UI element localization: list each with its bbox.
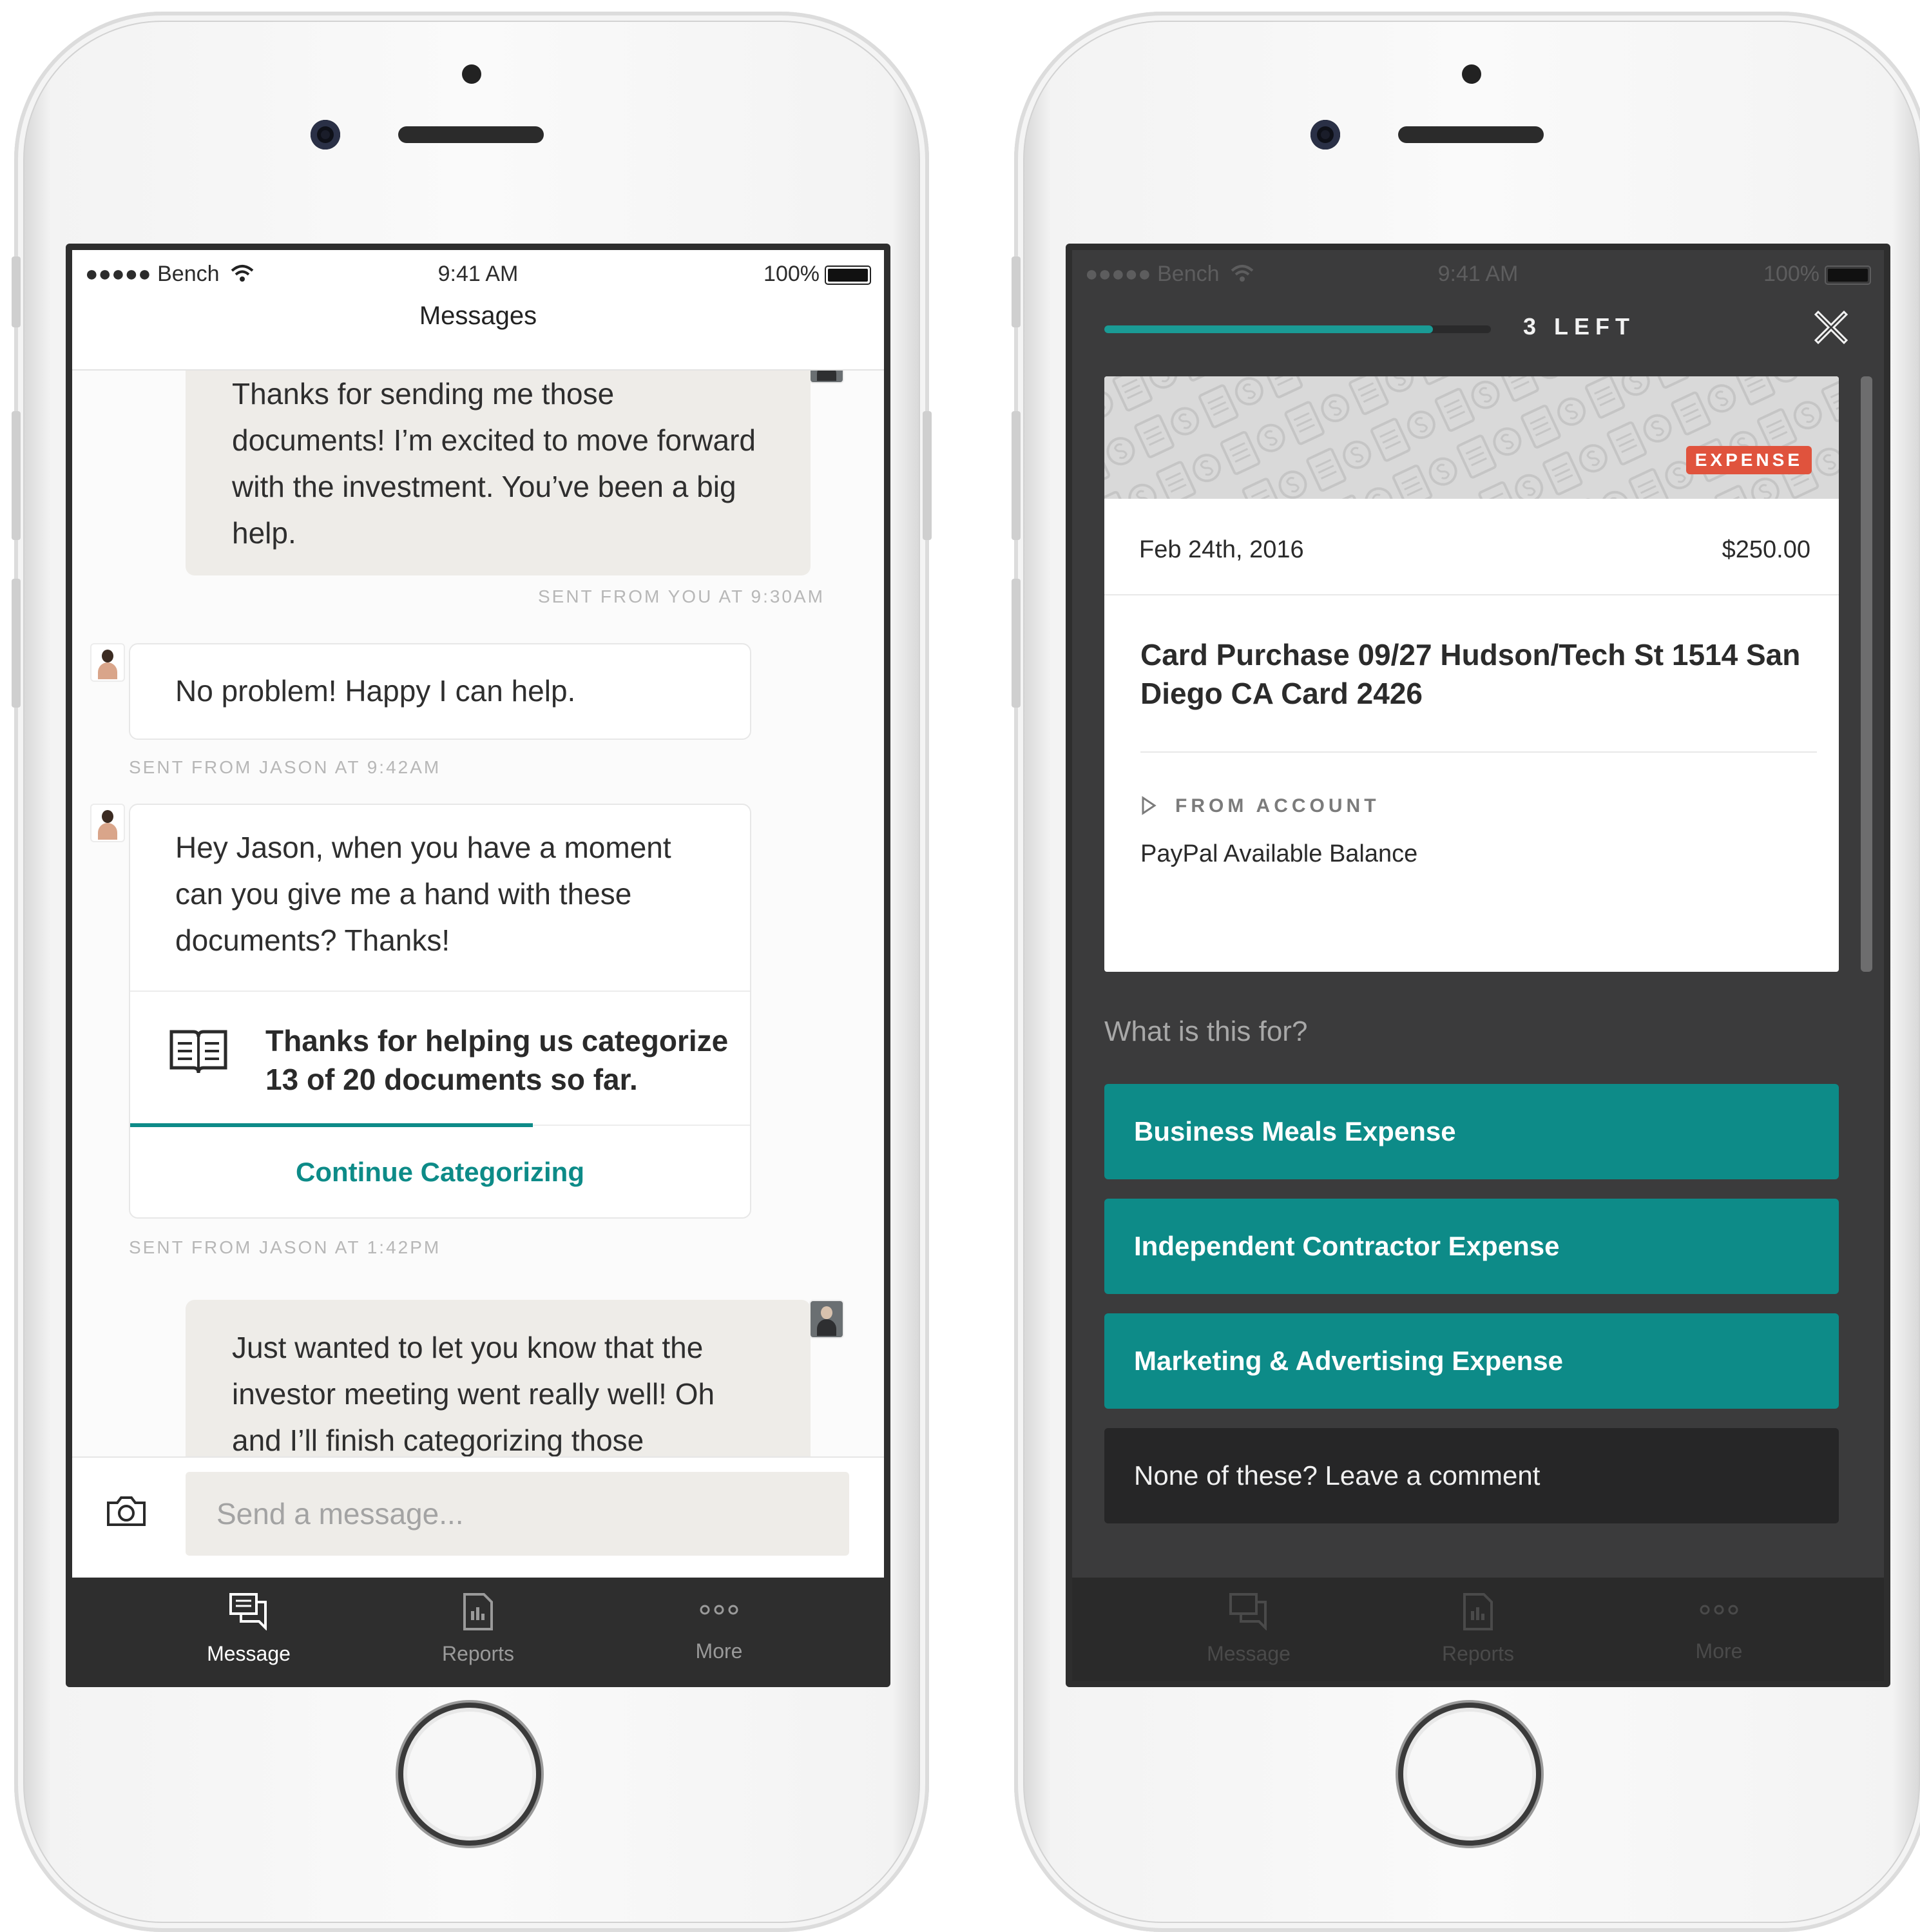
battery-icon — [825, 266, 871, 285]
message-text: Just wanted to let you know that the inv… — [232, 1331, 715, 1456]
reports-icon — [463, 1593, 493, 1630]
power-button — [923, 411, 932, 540]
avatar-jason — [90, 643, 125, 682]
close-icon[interactable] — [1813, 309, 1849, 345]
status-bar: ●●●●● Bench 9:41 AM 100% — [72, 250, 884, 295]
from-account-label: FROM ACCOUNT — [1175, 795, 1380, 816]
messages-screen: ●●●●● Bench 9:41 AM 100% Messages Thanks… — [66, 244, 890, 1687]
transaction-date: Feb 24th, 2016 — [1139, 536, 1304, 563]
volume-up-button — [1012, 411, 1021, 540]
message-meta: SENT FROM JASON AT 1:42PM — [129, 1237, 441, 1257]
tab-more[interactable]: More — [603, 1578, 835, 1681]
mute-switch — [1012, 256, 1021, 327]
tab-label: Message — [1207, 1642, 1291, 1665]
front-camera — [311, 120, 340, 150]
page-title: Messages — [419, 302, 537, 330]
play-arrow-icon — [1142, 796, 1157, 815]
camera-icon[interactable] — [106, 1495, 147, 1527]
tab-bar: Message Reports More — [1072, 1578, 1884, 1681]
option-business-meals[interactable]: Business Meals Expense — [1104, 1084, 1839, 1179]
more-icon — [700, 1605, 738, 1615]
message-icon — [229, 1593, 267, 1630]
receipt-pattern-icon — [1104, 376, 1839, 499]
mute-switch — [12, 256, 21, 327]
tab-more[interactable]: More — [1603, 1578, 1835, 1681]
tab-bar: Message Reports More — [72, 1578, 884, 1681]
from-account-value: PayPal Available Balance — [1140, 840, 1418, 867]
message-bubble-sent: Thanks for sending me those documents! I… — [186, 371, 811, 575]
card-divider — [1140, 751, 1817, 753]
remaining-progress-track — [1104, 325, 1491, 333]
battery-indicator: 100% — [1763, 262, 1871, 287]
leave-comment-button[interactable]: None of these? Leave a comment — [1104, 1428, 1839, 1523]
message-icon — [1229, 1593, 1267, 1630]
card-divider — [1104, 594, 1839, 595]
card-scrollbar[interactable] — [1861, 376, 1872, 972]
earpiece-speaker — [398, 126, 544, 143]
remaining-progress-fill — [1104, 325, 1433, 333]
avatar-user — [809, 1300, 844, 1338]
message-text: No problem! Happy I can help. — [175, 674, 576, 708]
clock: 9:41 AM — [437, 262, 519, 286]
tab-reports[interactable]: Reports — [362, 1578, 594, 1681]
volume-up-button — [12, 411, 21, 540]
tab-label: More — [695, 1639, 743, 1663]
message-bubble-sent: Just wanted to let you know that the inv… — [186, 1300, 811, 1456]
proximity-sensor — [462, 64, 481, 84]
battery-indicator: 100% — [763, 262, 871, 287]
avatar-jason — [90, 804, 125, 842]
proximity-sensor — [1462, 64, 1481, 84]
categorize-screen: ●●●●● Bench 9:41 AM 100% 3 LEFT EXPENSE … — [1066, 244, 1890, 1687]
remaining-count: 3 LEFT — [1523, 313, 1636, 340]
categorize-progress-bar — [130, 1123, 533, 1127]
continue-categorizing-button[interactable]: Continue Categorizing — [130, 1153, 750, 1192]
message-bubble-received-card: Hey Jason, when you have a moment can yo… — [129, 804, 751, 1219]
option-marketing-advertising[interactable]: Marketing & Advertising Expense — [1104, 1313, 1839, 1409]
tab-label: Reports — [1441, 1642, 1515, 1665]
transaction-amount: $250.00 — [1722, 536, 1810, 563]
tab-reports[interactable]: Reports — [1362, 1578, 1594, 1681]
right-phone-frame: ●●●●● Bench 9:41 AM 100% 3 LEFT EXPENSE … — [1012, 12, 1920, 1932]
home-button[interactable] — [398, 1703, 541, 1846]
question-label: What is this for? — [1104, 1016, 1308, 1047]
tab-message[interactable]: Message — [1133, 1578, 1365, 1681]
earpiece-speaker — [1398, 126, 1544, 143]
card-divider — [130, 990, 750, 992]
message-input[interactable] — [186, 1472, 849, 1556]
card-header-pattern: EXPENSE — [1104, 376, 1839, 499]
left-phone-frame: ●●●●● Bench 9:41 AM 100% Messages Thanks… — [12, 12, 932, 1932]
message-composer — [72, 1456, 884, 1572]
more-icon — [1700, 1605, 1738, 1615]
status-bar: ●●●●● Bench 9:41 AM 100% — [1072, 250, 1884, 295]
message-list[interactable]: Thanks for sending me those documents! I… — [72, 371, 884, 1456]
message-meta: SENT FROM YOU AT 9:30AM — [537, 586, 825, 606]
message-meta: SENT FROM JASON AT 9:42AM — [129, 757, 441, 777]
message-bubble-received: No problem! Happy I can help. — [129, 643, 751, 740]
transaction-title: Card Purchase 09/27 Hudson/Tech St 1514 … — [1140, 638, 1801, 710]
volume-down-button — [1012, 579, 1021, 708]
tab-label: Message — [207, 1642, 291, 1665]
avatar-user — [809, 371, 844, 383]
front-camera — [1310, 120, 1340, 150]
tab-label: More — [1695, 1639, 1743, 1663]
battery-icon — [1825, 266, 1871, 285]
option-independent-contractor[interactable]: Independent Contractor Expense — [1104, 1199, 1839, 1294]
book-icon — [169, 1030, 227, 1074]
expense-badge: EXPENSE — [1685, 446, 1812, 474]
categorize-summary: Thanks for helping us categorize 13 of 2… — [265, 1024, 729, 1096]
home-button[interactable] — [1398, 1703, 1541, 1846]
tab-message[interactable]: Message — [133, 1578, 365, 1681]
tab-label: Reports — [441, 1642, 515, 1665]
message-text: Hey Jason, when you have a moment can yo… — [175, 831, 671, 957]
transaction-card: EXPENSE Feb 24th, 2016 $250.00 Card Purc… — [1104, 376, 1839, 972]
clock: 9:41 AM — [1437, 262, 1519, 286]
volume-down-button — [12, 579, 21, 708]
message-text: Thanks for sending me those documents! I… — [232, 377, 756, 550]
reports-icon — [1463, 1593, 1493, 1630]
